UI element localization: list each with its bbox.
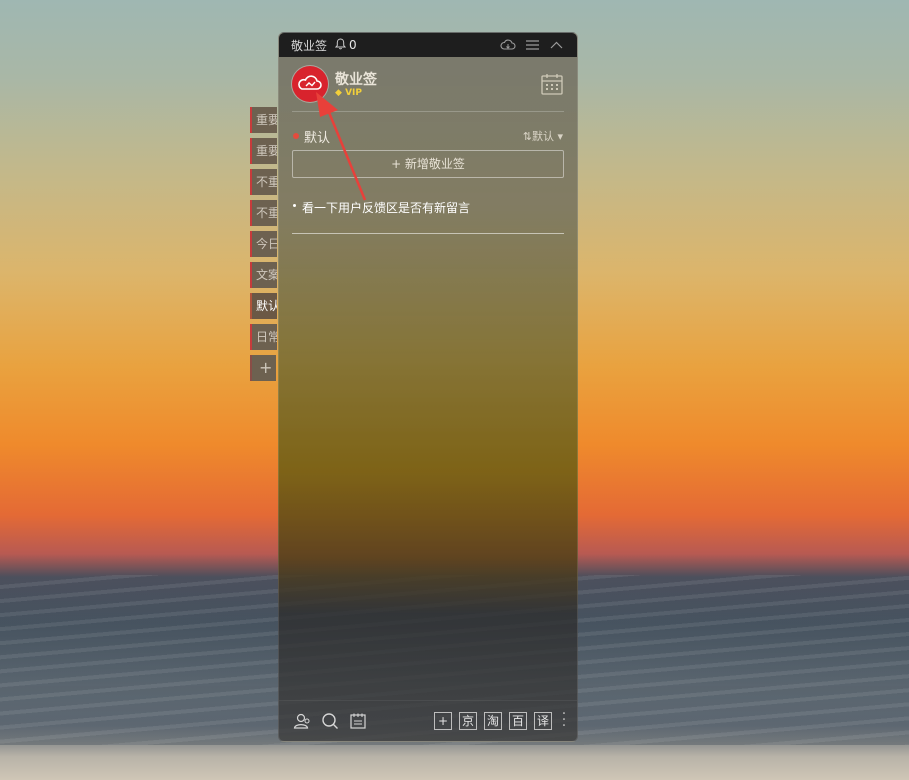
side-tab[interactable]: 重要 bbox=[250, 138, 277, 164]
cloud-logo-icon bbox=[298, 75, 322, 90]
more-options-icon[interactable]: · · · bbox=[561, 707, 567, 733]
cloud-sync-icon[interactable] bbox=[499, 37, 517, 53]
side-tab[interactable]: 不重 bbox=[250, 169, 277, 195]
profile-header: 敬业签 ◆ VIP bbox=[279, 57, 577, 112]
chevron-down-icon: ▾ bbox=[557, 130, 563, 143]
note-text: 看一下用户反馈区是否有新留言 bbox=[302, 201, 471, 215]
category-header: 默认 ⇅默认 ▾ bbox=[279, 112, 577, 150]
side-tab[interactable]: 今日 bbox=[250, 231, 277, 257]
side-tab[interactable]: 重要 bbox=[250, 107, 277, 133]
add-note-button[interactable]: + 新增敬业签 bbox=[292, 150, 564, 178]
search-icon[interactable] bbox=[321, 712, 339, 730]
note-bullet bbox=[293, 204, 296, 207]
title-bar[interactable]: 敬业签 0 bbox=[279, 33, 577, 57]
sort-icon: ⇅ bbox=[522, 130, 532, 143]
bottom-toolbar: + 京 淘 百 译 · · · bbox=[279, 700, 577, 741]
taobao-shortcut-button[interactable]: 淘 bbox=[484, 712, 502, 730]
notes-list-icon[interactable] bbox=[349, 712, 367, 730]
calendar-icon[interactable] bbox=[540, 72, 564, 96]
vip-badge: ◆ VIP bbox=[335, 88, 362, 98]
sort-dropdown[interactable]: ⇅默认 ▾ bbox=[523, 128, 563, 144]
side-tab[interactable]: 日常 bbox=[250, 324, 277, 350]
quick-add-button[interactable]: + bbox=[434, 712, 452, 730]
avatar[interactable] bbox=[292, 66, 328, 102]
note-item[interactable]: 看一下用户反馈区是否有新留言 bbox=[292, 197, 564, 234]
collapse-icon[interactable] bbox=[547, 37, 565, 53]
side-tab-active[interactable]: 默认 bbox=[250, 293, 277, 319]
translate-shortcut-button[interactable]: 译 bbox=[534, 712, 552, 730]
side-tab[interactable]: 文案 bbox=[250, 262, 277, 288]
reminder-count: 0 bbox=[349, 38, 357, 52]
window-title: 敬业签 bbox=[291, 38, 328, 53]
add-category-button[interactable]: + bbox=[250, 355, 276, 381]
category-side-tabs: 重要 重要 不重 不重 今日 文案 默认 日常 + bbox=[250, 107, 278, 386]
baidu-shortcut-button[interactable]: 百 bbox=[509, 712, 527, 730]
jd-shortcut-button[interactable]: 京 bbox=[459, 712, 477, 730]
sticky-note-panel: 敬业签 0 敬业签 ◆ VIP 默认 ⇅默认 ▾ + 新增敬业签 看一下用户反馈… bbox=[278, 32, 578, 742]
diamond-icon: ◆ bbox=[335, 88, 342, 98]
app-name: 敬业签 bbox=[335, 72, 377, 88]
category-dot bbox=[293, 133, 299, 139]
menu-icon[interactable] bbox=[523, 37, 541, 53]
bell-icon[interactable] bbox=[334, 37, 347, 53]
side-tab[interactable]: 不重 bbox=[250, 200, 277, 226]
contacts-icon[interactable] bbox=[293, 712, 311, 730]
category-name: 默认 bbox=[304, 131, 331, 146]
